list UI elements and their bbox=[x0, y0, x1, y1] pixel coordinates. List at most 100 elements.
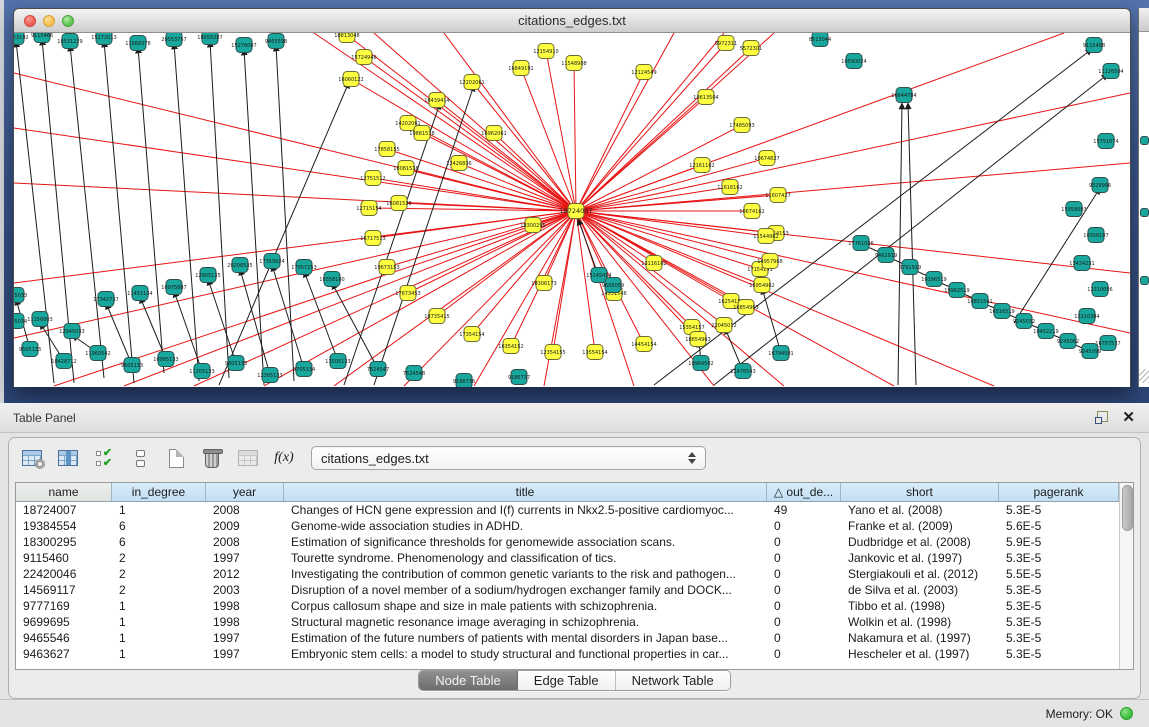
graph-node[interactable]: 20206535 bbox=[227, 258, 252, 273]
graph-node[interactable]: 17957253 bbox=[291, 260, 316, 275]
graph-node[interactable]: 10674827 bbox=[754, 151, 779, 166]
graph-node[interactable]: 9705134 bbox=[293, 362, 315, 377]
graph-node[interactable]: 17359924 bbox=[259, 254, 284, 269]
graph-node[interactable]: 11548908 bbox=[561, 56, 586, 71]
graph-node[interactable]: 12210006 bbox=[1087, 282, 1112, 297]
graph-node[interactable]: 14454154 bbox=[631, 337, 656, 352]
graph-node[interactable]: 12124549 bbox=[631, 65, 656, 80]
graph-node[interactable]: 18055287 bbox=[197, 33, 222, 45]
close-window-icon[interactable] bbox=[24, 15, 36, 27]
graph-node[interactable]: 13116162 bbox=[641, 256, 666, 271]
table-mode-icon[interactable] bbox=[19, 445, 45, 471]
background-network-window[interactable] bbox=[1138, 8, 1149, 387]
graph-node[interactable]: 8513044 bbox=[809, 33, 831, 47]
minimize-window-icon[interactable] bbox=[43, 15, 55, 27]
graph-node[interactable]: 16794501 bbox=[768, 346, 793, 361]
graph-node[interactable]: 11616162 bbox=[717, 180, 742, 195]
graph-node[interactable]: 15276007 bbox=[231, 38, 256, 53]
column-header-short[interactable]: short bbox=[841, 483, 999, 501]
graph-node[interactable]: 9805133 bbox=[225, 356, 247, 371]
column-header-pagerank[interactable]: pagerank bbox=[999, 483, 1119, 501]
graph-node[interactable]: 17342737 bbox=[93, 292, 118, 307]
graph-node[interactable]: 9329966 bbox=[1089, 178, 1111, 193]
graph-node[interactable]: 16354152 bbox=[498, 339, 523, 354]
function-builder-icon[interactable]: f(x) bbox=[271, 445, 297, 471]
graph-node[interactable]: 18735415 bbox=[424, 309, 449, 324]
graph-node[interactable]: 7624548 bbox=[403, 366, 425, 381]
graph-node[interactable]: 9462919 bbox=[875, 248, 897, 263]
table-row[interactable]: 946554611997Estimation of the future num… bbox=[16, 630, 1119, 646]
graph-node[interactable]: 11607427 bbox=[765, 188, 790, 203]
graph-node[interactable]: 10590024 bbox=[841, 54, 866, 69]
graph-node[interactable]: 10674162 bbox=[739, 204, 764, 219]
column-select-icon[interactable]: ✔ ✔ bbox=[91, 445, 117, 471]
network-view-window[interactable]: citations_edges.txt 11548908 16849191 1220… bbox=[13, 8, 1131, 387]
graph-node[interactable]: 12476543 bbox=[730, 364, 755, 379]
graph-node[interactable]: 18306173 bbox=[531, 276, 556, 291]
graph-node[interactable]: 9245099 bbox=[1079, 344, 1101, 359]
create-column-icon[interactable] bbox=[163, 445, 189, 471]
delete-column-icon[interactable] bbox=[199, 445, 225, 471]
column-header-year[interactable]: year bbox=[206, 483, 284, 501]
graph-node[interactable]: 6791919 bbox=[899, 260, 921, 275]
graph-node[interactable]: 12202061 bbox=[459, 75, 484, 90]
table-row[interactable]: 2242004622012Investigating the contribut… bbox=[16, 566, 1119, 582]
graph-node[interactable]: 11205133 bbox=[189, 364, 214, 379]
graph-node[interactable]: 10985133 bbox=[153, 352, 178, 367]
tab-edge-table[interactable]: Edge Table bbox=[518, 671, 616, 690]
graph-node[interactable]: 9245062 bbox=[1057, 334, 1079, 349]
window-titlebar[interactable]: citations_edges.txt bbox=[14, 9, 1130, 33]
graph-node[interactable]: 12945033 bbox=[59, 324, 84, 339]
graph-node[interactable]: 10975887 bbox=[161, 280, 186, 295]
table-row[interactable]: 1872400712008Changes of HCN gene express… bbox=[16, 502, 1119, 518]
column-header-out_degree[interactable]: △ out_de... bbox=[767, 483, 841, 501]
graph-node[interactable]: 15724948 bbox=[351, 50, 376, 65]
graph-node[interactable]: 7624547 bbox=[367, 362, 389, 377]
graph-node[interactable]: 11451134 bbox=[127, 286, 152, 301]
graph-node[interactable]: 9605059 bbox=[602, 278, 624, 293]
table-row[interactable]: 1456911722003Disruption of a novel membe… bbox=[16, 582, 1119, 598]
graph-node[interactable]: 9245032 bbox=[1013, 314, 1035, 329]
graph-node[interactable]: 5972311 bbox=[715, 36, 737, 51]
tab-network-table[interactable]: Network Table bbox=[616, 671, 730, 690]
graph-node[interactable]: 12354155 bbox=[540, 345, 565, 360]
graph-node[interactable]: 12161162 bbox=[689, 158, 714, 173]
graph-node[interactable]: 9465598 bbox=[265, 34, 287, 49]
table-row[interactable]: 1830029562008Estimation of significance … bbox=[16, 534, 1119, 550]
graph-node[interactable]: 13554154 bbox=[582, 345, 607, 360]
graph-node[interactable]: 11156803 bbox=[27, 312, 52, 327]
graph-node[interactable]: 16849191 bbox=[508, 61, 533, 76]
graph-node[interactable]: 20553757 bbox=[161, 33, 186, 47]
graph-node[interactable]: 20853192 bbox=[14, 33, 29, 45]
table-selector-dropdown[interactable]: citations_edges.txt bbox=[311, 446, 706, 470]
column-header-title[interactable]: title bbox=[284, 483, 767, 501]
graph-node[interactable]: 10358107 bbox=[1083, 228, 1108, 243]
graph-node[interactable]: 12715154 bbox=[356, 201, 381, 216]
table-row[interactable]: 1938455462009Genome-wide association stu… bbox=[16, 518, 1119, 534]
column-header-name[interactable]: name bbox=[16, 483, 112, 501]
resize-grip-icon[interactable] bbox=[1139, 369, 1149, 383]
graph-node[interactable]: 17485093 bbox=[729, 118, 754, 133]
graph-node[interactable]: 12305133 bbox=[257, 368, 282, 383]
graph-node[interactable]: 12154910 bbox=[533, 44, 558, 59]
graph-node[interactable]: 9915033 bbox=[14, 288, 27, 303]
graph-node[interactable]: 9915034 bbox=[14, 314, 27, 329]
table-row[interactable]: 977716911998Corpus callosum shape and si… bbox=[16, 598, 1119, 614]
scrollbar-thumb[interactable] bbox=[1122, 485, 1133, 531]
graph-node[interactable]: 16644784 bbox=[891, 88, 916, 103]
graph-node[interactable]: 17673453 bbox=[395, 286, 420, 301]
show-columns-icon[interactable] bbox=[55, 445, 81, 471]
graph-node[interactable]: 9115468 bbox=[1083, 38, 1105, 53]
graph-node[interactable]: 5572301 bbox=[740, 41, 762, 56]
table-row[interactable]: 946362711997Embryonic stem cells: a mode… bbox=[16, 646, 1119, 662]
graph-node[interactable]: 9186737 bbox=[508, 370, 530, 385]
graph-node[interactable]: 18439414 bbox=[424, 93, 449, 108]
tab-node-table[interactable]: Node Table bbox=[419, 671, 518, 690]
graph-node[interactable]: 10531229 bbox=[57, 34, 82, 49]
table-row[interactable]: 969969511998Structural magnetic resonanc… bbox=[16, 614, 1119, 630]
graph-node[interactable]: 12751512 bbox=[360, 171, 385, 186]
graph-node[interactable]: 15751074 bbox=[1093, 134, 1118, 149]
graph-node[interactable]: 9186736 bbox=[453, 374, 475, 388]
graph-node[interactable]: 9605133 bbox=[121, 358, 143, 373]
network-canvas[interactable]: 1154890816849191122020611843941414202061… bbox=[14, 33, 1130, 387]
